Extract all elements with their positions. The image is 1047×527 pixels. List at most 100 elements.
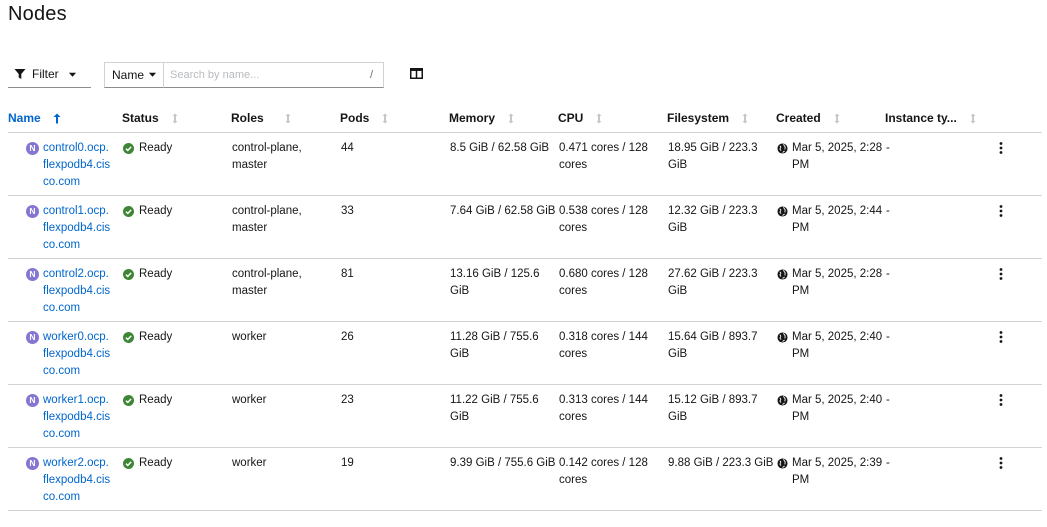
actions-cell [992, 384, 1042, 448]
check-circle-icon [123, 395, 134, 406]
roles-cell: control-plane, master [231, 195, 340, 259]
status-text: Ready [139, 394, 173, 406]
filesystem-cell: 9.88 GiB / 223.3 GiB [667, 447, 776, 511]
column-label: Filesystem [667, 111, 730, 125]
node-badge-icon: N [26, 457, 39, 470]
created-cell: Mar 5, 2025, 2:40 PM [776, 384, 885, 448]
created-text: Mar 5, 2025, 2:28 PM [792, 268, 883, 297]
kebab-menu-icon[interactable] [999, 394, 1003, 406]
created-text: Mar 5, 2025, 2:28 PM [792, 142, 883, 171]
globe-icon [777, 143, 788, 154]
status-text: Ready [139, 331, 173, 343]
check-circle-icon [123, 332, 134, 343]
node-badge-icon: N [26, 394, 39, 407]
column-label: CPU [558, 111, 584, 125]
name-cell: N control1.ocp.flexpodb4.cisco.com [8, 195, 122, 259]
column-header-pods[interactable]: Pods [340, 104, 449, 133]
instance-type-cell: - [885, 258, 992, 322]
filesystem-cell: 15.12 GiB / 893.7 GiB [667, 384, 776, 448]
node-name-link[interactable]: worker2.ocp.flexpodb4.cisco.com [43, 455, 111, 506]
instance-type-cell: - [885, 447, 992, 511]
pods-cell: 81 [340, 258, 449, 322]
column-header-status[interactable]: Status [122, 104, 231, 133]
column-header-name[interactable]: Name [8, 104, 122, 133]
actions-cell [992, 258, 1042, 322]
column-label: Pods [340, 111, 370, 125]
cpu-cell: 0.680 cores / 128 cores [558, 258, 667, 322]
manage-columns-icon[interactable] [410, 68, 423, 79]
column-header-actions [992, 104, 1042, 133]
name-cell: N worker2.ocp.flexpodb4.cisco.com [8, 447, 122, 511]
column-label: Status [122, 111, 159, 125]
filesystem-cell: 15.64 GiB / 893.7 GiB [667, 321, 776, 385]
cpu-cell: 0.313 cores / 144 cores [558, 384, 667, 448]
name-cell: N control0.ocp.flexpodb4.cisco.com [8, 132, 122, 196]
nodes-table: Name Status Roles Pods Memory CPU Filesy… [8, 104, 1042, 511]
column-label: Created [776, 111, 821, 125]
name-select-label: Name [112, 67, 145, 82]
instance-type-cell: - [885, 321, 992, 385]
column-header-memory[interactable]: Memory [449, 104, 558, 133]
sort-icon [834, 113, 840, 123]
table-row: N worker2.ocp.flexpodb4.cisco.com Ready … [8, 447, 1042, 511]
kebab-menu-icon[interactable] [999, 331, 1003, 343]
roles-cell: worker [231, 447, 340, 511]
node-name-link[interactable]: worker0.ocp.flexpodb4.cisco.com [43, 329, 111, 380]
status-text: Ready [139, 457, 173, 469]
kebab-menu-icon[interactable] [999, 457, 1003, 469]
created-cell: Mar 5, 2025, 2:40 PM [776, 321, 885, 385]
pods-cell: 19 [340, 447, 449, 511]
search-input[interactable] [164, 67, 362, 82]
kebab-menu-icon[interactable] [999, 268, 1003, 280]
actions-cell [992, 321, 1042, 385]
instance-type-cell: - [885, 384, 992, 448]
pods-cell: 33 [340, 195, 449, 259]
status-text: Ready [139, 268, 173, 280]
status-cell: Ready [122, 321, 231, 385]
column-label: Instance ty... [885, 111, 957, 125]
instance-type-cell: - [885, 132, 992, 196]
node-badge-icon: N [26, 205, 39, 218]
sort-ascending-icon [53, 113, 61, 123]
column-header-cpu[interactable]: CPU [558, 104, 667, 133]
status-cell: Ready [122, 195, 231, 259]
memory-cell: 7.64 GiB / 62.58 GiB [449, 195, 558, 259]
node-badge-icon: N [26, 268, 39, 281]
actions-cell [992, 195, 1042, 259]
table-row: N worker1.ocp.flexpodb4.cisco.com Ready … [8, 384, 1042, 448]
column-header-filesystem[interactable]: Filesystem [667, 104, 776, 133]
column-header-roles[interactable]: Roles [231, 104, 340, 133]
cpu-cell: 0.318 cores / 144 cores [558, 321, 667, 385]
sort-icon [285, 113, 291, 123]
name-select[interactable]: Name [104, 61, 164, 88]
nodes-table-body: N control0.ocp.flexpodb4.cisco.com Ready… [8, 132, 1042, 511]
column-header-created[interactable]: Created [776, 104, 885, 133]
kebab-menu-icon[interactable] [999, 142, 1003, 154]
memory-cell: 13.16 GiB / 125.6 GiB [449, 258, 558, 322]
node-name-link[interactable]: control1.ocp.flexpodb4.cisco.com [43, 203, 111, 254]
node-name-link[interactable]: control2.ocp.flexpodb4.cisco.com [43, 266, 111, 317]
table-row: N control1.ocp.flexpodb4.cisco.com Ready… [8, 195, 1042, 259]
created-cell: Mar 5, 2025, 2:44 PM [776, 195, 885, 259]
table-row: N control0.ocp.flexpodb4.cisco.com Ready… [8, 132, 1042, 196]
status-cell: Ready [122, 447, 231, 511]
name-cell: N worker0.ocp.flexpodb4.cisco.com [8, 321, 122, 385]
column-label: Memory [449, 111, 496, 125]
actions-cell [992, 132, 1042, 196]
column-header-instance-type[interactable]: Instance ty... [885, 104, 992, 133]
memory-cell: 9.39 GiB / 755.6 GiB [449, 447, 558, 511]
column-label: Roles [231, 111, 264, 125]
node-name-link[interactable]: control0.ocp.flexpodb4.cisco.com [43, 140, 111, 191]
globe-icon [777, 458, 788, 469]
memory-cell: 8.5 GiB / 62.58 GiB [449, 132, 558, 196]
filesystem-cell: 12.32 GiB / 223.3 GiB [667, 195, 776, 259]
toolbar: Filter Name / [8, 61, 384, 88]
globe-icon [777, 269, 788, 280]
node-name-link[interactable]: worker1.ocp.flexpodb4.cisco.com [43, 392, 111, 443]
sort-icon [742, 113, 748, 123]
search-shortcut-hint: / [369, 68, 373, 81]
status-cell: Ready [122, 258, 231, 322]
filesystem-cell: 27.62 GiB / 223.3 GiB [667, 258, 776, 322]
filter-dropdown[interactable]: Filter [8, 61, 91, 88]
kebab-menu-icon[interactable] [999, 205, 1003, 217]
